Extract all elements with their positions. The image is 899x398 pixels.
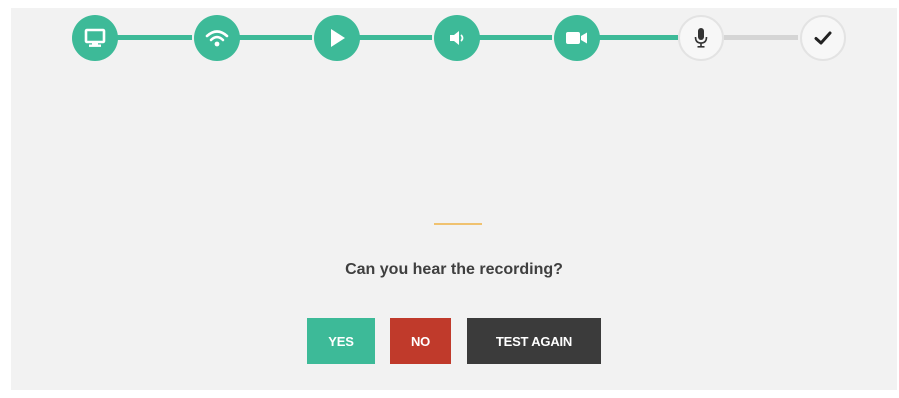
yes-button[interactable]: YES [307,318,375,364]
step-connector [358,35,432,40]
video-camera-icon [565,30,589,46]
step-screen[interactable] [72,15,118,61]
step-connector [598,35,678,40]
step-connector [478,35,552,40]
speaker-icon [448,30,466,46]
step-connector [238,35,312,40]
step-connector [724,35,798,40]
step-camera[interactable] [554,15,600,61]
step-connection[interactable] [194,15,240,61]
step-microphone[interactable] [678,15,724,61]
step-complete[interactable] [800,15,846,61]
test-again-button[interactable]: TEST AGAIN [467,318,601,364]
checkmark-icon [814,30,832,46]
microphone-icon [693,27,709,49]
no-button[interactable]: NO [390,318,451,364]
wifi-icon [205,28,229,48]
device-test-panel: Can you hear the recording? YES NO TEST … [11,8,897,390]
progress-stepper [11,8,897,86]
section-divider [434,223,482,225]
step-speakers[interactable] [434,15,480,61]
monitor-icon [84,28,106,48]
step-playback[interactable] [314,15,360,61]
recording-question: Can you hear the recording? [345,261,563,278]
play-icon [327,27,347,49]
